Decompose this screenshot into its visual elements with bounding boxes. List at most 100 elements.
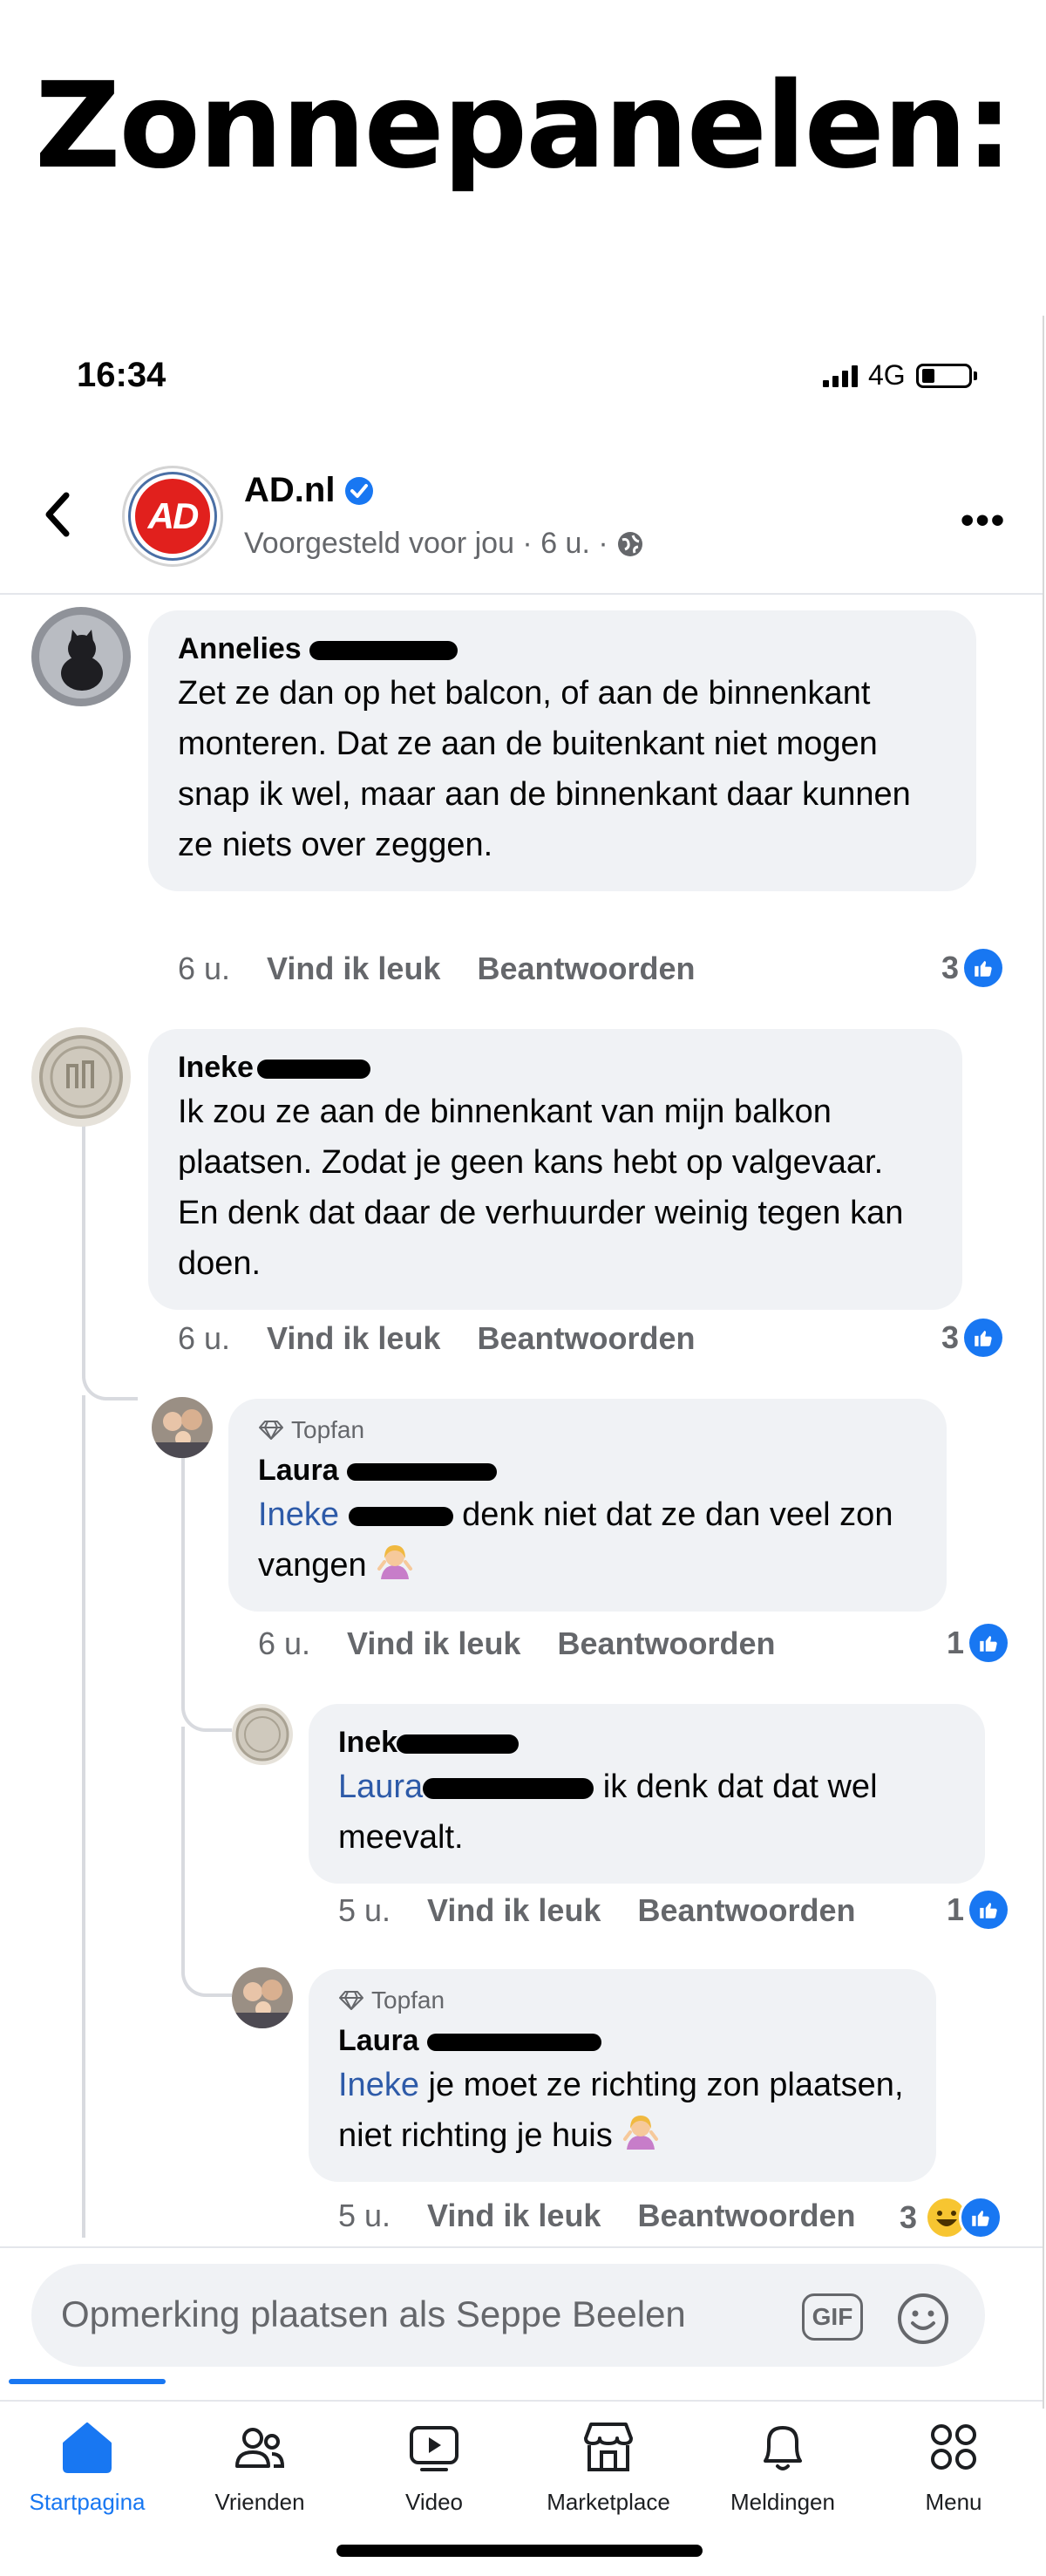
- status-time: 16:34: [77, 356, 166, 394]
- thread-line: [181, 1727, 185, 1950]
- nav-video[interactable]: Video: [356, 2416, 513, 2516]
- thread-connector: [82, 1352, 138, 1400]
- like-count: 1: [947, 1625, 965, 1660]
- like-reaction-icon: [969, 1624, 1009, 1662]
- reply-button[interactable]: Beantwoorden: [637, 2198, 855, 2234]
- emoji-picker-icon[interactable]: [896, 2292, 950, 2346]
- family-avatar-icon: [152, 1397, 213, 1458]
- redaction-mark: [427, 2034, 602, 2052]
- comment-actions: 5 u. Vind ik leuk Beantwoorden: [338, 2198, 855, 2234]
- author-name: Laura: [258, 1454, 339, 1487]
- nav-home[interactable]: Startpagina: [9, 2416, 166, 2516]
- redaction-mark: [256, 1060, 370, 1080]
- reaction-count[interactable]: 1: [947, 1624, 1009, 1662]
- topfan-badge: Topfan: [258, 1414, 917, 1446]
- battery-icon: [915, 363, 972, 388]
- more-options-icon[interactable]: •••: [961, 499, 1006, 542]
- nav-menu[interactable]: Menu: [875, 2416, 1032, 2516]
- video-icon: [410, 2426, 458, 2471]
- nav-friends[interactable]: Vrienden: [181, 2416, 338, 2516]
- header-divider: [0, 593, 1043, 595]
- comment-bubble: Topfan Laura Ineke denk niet dat ze dan …: [228, 1399, 947, 1612]
- person-shrugging-emoji-icon: [623, 2116, 659, 2150]
- like-count: 3: [900, 2199, 918, 2235]
- reaction-count[interactable]: 3: [941, 1319, 1003, 1357]
- reaction-count[interactable]: 1: [947, 1891, 1009, 1929]
- like-button[interactable]: Vind ik leuk: [427, 1892, 601, 1929]
- page-name[interactable]: AD.nl: [244, 471, 375, 510]
- comment-actions: 5 u. Vind ik leuk Beantwoorden: [338, 1892, 855, 1929]
- comment-author[interactable]: Laura: [258, 1451, 917, 1489]
- reaction-count[interactable]: 3: [941, 949, 1003, 987]
- like-reaction-icon: [959, 2196, 1003, 2239]
- nav-label: Meldingen: [730, 2489, 835, 2515]
- gif-button[interactable]: GIF: [802, 2293, 863, 2341]
- nav-label: Startpagina: [29, 2489, 146, 2515]
- like-button[interactable]: Vind ik leuk: [427, 2198, 601, 2234]
- verified-badge-icon: [345, 476, 374, 505]
- home-indicator: [336, 2545, 703, 2557]
- comment-bubble: Ineke Ik zou ze aan de binnenkant van mi…: [148, 1029, 962, 1310]
- comment-text: Ik zou ze aan de binnenkant van mijn bal…: [178, 1094, 904, 1282]
- topfan-label: Topfan: [291, 1416, 365, 1443]
- thread-line: [82, 1097, 85, 1364]
- redaction-mark: [423, 1777, 594, 1799]
- ad-logo: AD: [131, 474, 214, 558]
- diamond-icon: [259, 1421, 283, 1440]
- reply-button[interactable]: Beantwoorden: [557, 1625, 775, 1662]
- nav-marketplace[interactable]: Marketplace: [530, 2416, 687, 2516]
- back-arrow-icon[interactable]: [40, 488, 75, 541]
- comment-text: Ineke je moet ze richting zon plaatsen, …: [338, 2060, 907, 2161]
- comment-actions: 6 u. Vind ik leuk Beantwoorden: [178, 1320, 695, 1357]
- comment-text: Zet ze dan op het balcon, of aan de binn…: [178, 675, 911, 863]
- page-name-label: AD.nl: [244, 471, 336, 509]
- comment-author[interactable]: Laura: [338, 2021, 907, 2060]
- avatar[interactable]: [31, 1027, 131, 1127]
- nav-label: Marketplace: [547, 2489, 670, 2515]
- comment-time: 6 u.: [178, 951, 231, 986]
- mention-link[interactable]: Ineke: [258, 1496, 339, 1533]
- nav-notifications[interactable]: Meldingen: [704, 2416, 861, 2516]
- screenshot-edge: [1043, 316, 1044, 2409]
- thread-connector: [181, 1948, 232, 1997]
- family-avatar-icon: [232, 1967, 293, 2028]
- avatar[interactable]: [232, 1704, 293, 1765]
- reaction-count[interactable]: 3: [900, 2196, 1003, 2239]
- thread-line: [82, 1395, 85, 2238]
- mention-link[interactable]: Laura: [338, 1768, 423, 1805]
- comment-text: Laura ik denk dat dat wel meevalt.: [338, 1762, 955, 1863]
- author-name: Laura: [338, 2024, 419, 2057]
- nav-divider: [0, 2400, 1043, 2402]
- person-shrugging-emoji-icon: [377, 1545, 413, 1579]
- comment-bubble: Annelies Zet ze dan op het balcon, of aa…: [148, 610, 976, 891]
- reply-button[interactable]: Beantwoorden: [477, 1320, 695, 1357]
- thread-line: [181, 1458, 185, 1695]
- topfan-badge: Topfan: [338, 1985, 907, 2016]
- like-reaction-icon: [964, 1319, 1003, 1357]
- comment-author[interactable]: Ineke: [338, 1723, 955, 1762]
- meme-title: Zonnepanelen:: [34, 58, 1013, 195]
- like-count: 3: [941, 950, 960, 985]
- comment-author[interactable]: Ineke: [178, 1048, 933, 1087]
- menu-grid-icon: [931, 2424, 976, 2470]
- redaction-mark: [347, 1463, 498, 1482]
- coin-avatar-icon: [232, 1704, 293, 1765]
- mention-link[interactable]: Ineke: [338, 2067, 419, 2103]
- comment-actions: 6 u. Vind ik leuk Beantwoorden: [178, 951, 695, 987]
- avatar[interactable]: [31, 607, 131, 706]
- status-indicators: 4G: [823, 359, 977, 392]
- comment-author[interactable]: Annelies: [178, 630, 947, 668]
- avatar[interactable]: [232, 1967, 293, 2028]
- comment-time: 5 u.: [338, 1892, 391, 1928]
- topfan-label: Topfan: [371, 1987, 445, 2014]
- like-button[interactable]: Vind ik leuk: [347, 1625, 520, 1662]
- comment-bubble: Ineke Laura ik denk dat dat wel meevalt.: [309, 1704, 985, 1884]
- like-button[interactable]: Vind ik leuk: [267, 951, 440, 987]
- comment-time: 5 u.: [338, 2198, 391, 2233]
- avatar[interactable]: [152, 1397, 213, 1458]
- page-avatar[interactable]: AD: [122, 466, 223, 567]
- reply-button[interactable]: Beantwoorden: [637, 1892, 855, 1929]
- like-button[interactable]: Vind ik leuk: [267, 1320, 440, 1357]
- cat-avatar-icon: [31, 607, 131, 706]
- reply-button[interactable]: Beantwoorden: [477, 951, 695, 987]
